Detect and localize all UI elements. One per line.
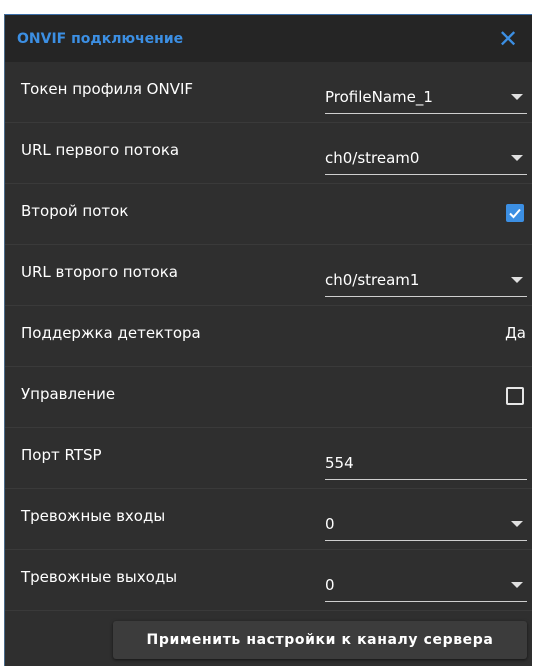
rtsp-port-input[interactable]: 554: [325, 450, 527, 480]
alarm-inputs-value: 0: [325, 515, 335, 533]
onvif-dialog: ONVIF подключение ✕ Токен профиля ONVIF …: [4, 14, 532, 666]
row-control: Управление: [5, 367, 532, 428]
row-stream1-url: URL первого потока ch0/stream0: [5, 123, 532, 184]
row-second-stream: Второй поток: [5, 184, 532, 245]
profile-token-select[interactable]: ProfileName_1: [325, 84, 527, 114]
chevron-down-icon: [511, 277, 523, 283]
chevron-down-icon: [511, 582, 523, 588]
row-detector-support: Поддержка детектора Да: [5, 306, 532, 367]
stream2-url-label: URL второго потока: [21, 263, 178, 281]
alarm-outputs-select[interactable]: 0: [325, 572, 527, 602]
chevron-down-icon: [511, 94, 523, 100]
dialog-footer: Применить настройки к каналу сервера: [5, 615, 532, 666]
row-alarm-outputs: Тревожные выходы 0: [5, 550, 532, 611]
detector-support-label: Поддержка детектора: [21, 324, 201, 342]
dialog-title: ONVIF подключение: [17, 30, 184, 47]
stream2-url-select[interactable]: ch0/stream1: [325, 267, 527, 297]
second-stream-label: Второй поток: [21, 202, 129, 220]
profile-token-value: ProfileName_1: [325, 88, 433, 106]
second-stream-checkbox[interactable]: [506, 204, 524, 222]
row-stream2-url: URL второго потока ch0/stream1: [5, 245, 532, 306]
row-profile-token: Токен профиля ONVIF ProfileName_1: [5, 62, 532, 123]
row-alarm-inputs: Тревожные входы 0: [5, 489, 532, 550]
stream1-url-select[interactable]: ch0/stream0: [325, 145, 527, 175]
checkmark-icon: [509, 208, 521, 219]
rtsp-port-value: 554: [325, 454, 354, 472]
detector-support-value: Да: [505, 324, 526, 342]
stream1-url-value: ch0/stream0: [325, 149, 420, 167]
rtsp-port-label: Порт RTSP: [21, 446, 102, 464]
close-icon[interactable]: ✕: [496, 27, 520, 51]
control-checkbox[interactable]: [506, 387, 524, 405]
chevron-down-icon: [511, 521, 523, 527]
row-rtsp-port: Порт RTSP 554: [5, 428, 532, 489]
alarm-outputs-value: 0: [325, 576, 335, 594]
stream2-url-value: ch0/stream1: [325, 271, 420, 289]
apply-settings-button[interactable]: Применить настройки к каналу сервера: [113, 621, 527, 659]
chevron-down-icon: [511, 155, 523, 161]
alarm-outputs-label: Тревожные выходы: [21, 568, 178, 586]
stream1-url-label: URL первого потока: [21, 141, 180, 159]
alarm-inputs-label: Тревожные входы: [21, 507, 166, 525]
dialog-titlebar: ONVIF подключение ✕: [5, 14, 532, 62]
alarm-inputs-select[interactable]: 0: [325, 511, 527, 541]
control-label: Управление: [21, 385, 116, 403]
profile-token-label: Токен профиля ONVIF: [21, 80, 194, 98]
